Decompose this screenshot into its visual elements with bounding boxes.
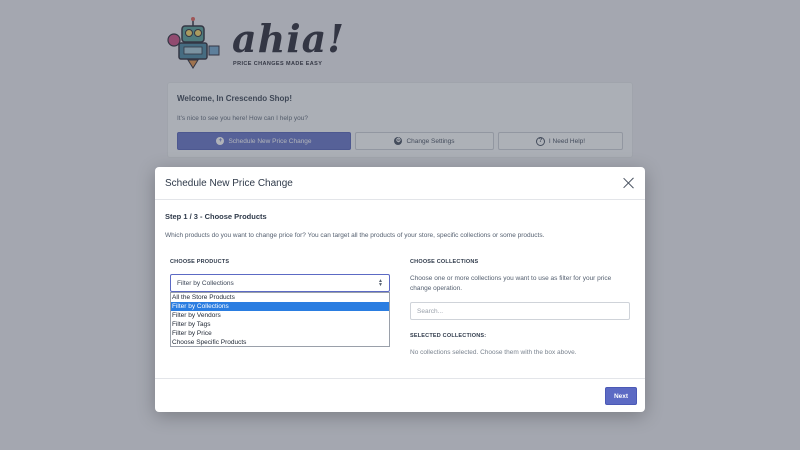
step-title: Step 1 / 3 - Choose Products (165, 212, 267, 221)
dropdown-option-specific-products[interactable]: Choose Specific Products (171, 338, 389, 347)
schedule-price-change-modal: Schedule New Price Change Step 1 / 3 - C… (155, 167, 645, 412)
step-description: Which products do you want to change pri… (165, 232, 545, 239)
next-button-label: Next (613, 392, 629, 400)
dropdown-option-tags[interactable]: Filter by Tags (171, 320, 389, 329)
selected-collections-empty-text: No collections selected. Choose them wit… (410, 349, 577, 356)
next-button[interactable]: Next (605, 387, 637, 405)
modal-header: Schedule New Price Change (155, 167, 645, 200)
close-icon[interactable] (623, 177, 635, 189)
modal-footer: Next (155, 378, 645, 412)
select-arrows-icon: ▲ ▼ (378, 278, 383, 288)
modal-title: Schedule New Price Change (165, 178, 293, 189)
choose-products-dropdown: All the Store Products Filter by Collect… (170, 292, 390, 347)
dropdown-option-collections[interactable]: Filter by Collections (171, 302, 389, 311)
search-placeholder: Search... (417, 308, 444, 315)
dropdown-option-all-products[interactable]: All the Store Products (171, 293, 389, 302)
choose-products-label: CHOOSE PRODUCTS (170, 259, 230, 265)
choose-collections-description: Choose one or more collections you want … (410, 275, 612, 292)
select-value: Filter by Collections (177, 280, 234, 287)
dropdown-option-price[interactable]: Filter by Price (171, 329, 389, 338)
choose-products-select[interactable]: Filter by Collections ▲ ▼ (170, 274, 390, 292)
collections-search-input[interactable]: Search... (410, 302, 630, 320)
selected-collections-label: SELECTED COLLECTIONS: (410, 333, 487, 339)
dropdown-option-vendors[interactable]: Filter by Vendors (171, 311, 389, 320)
choose-collections-label: CHOOSE COLLECTIONS (410, 259, 479, 265)
